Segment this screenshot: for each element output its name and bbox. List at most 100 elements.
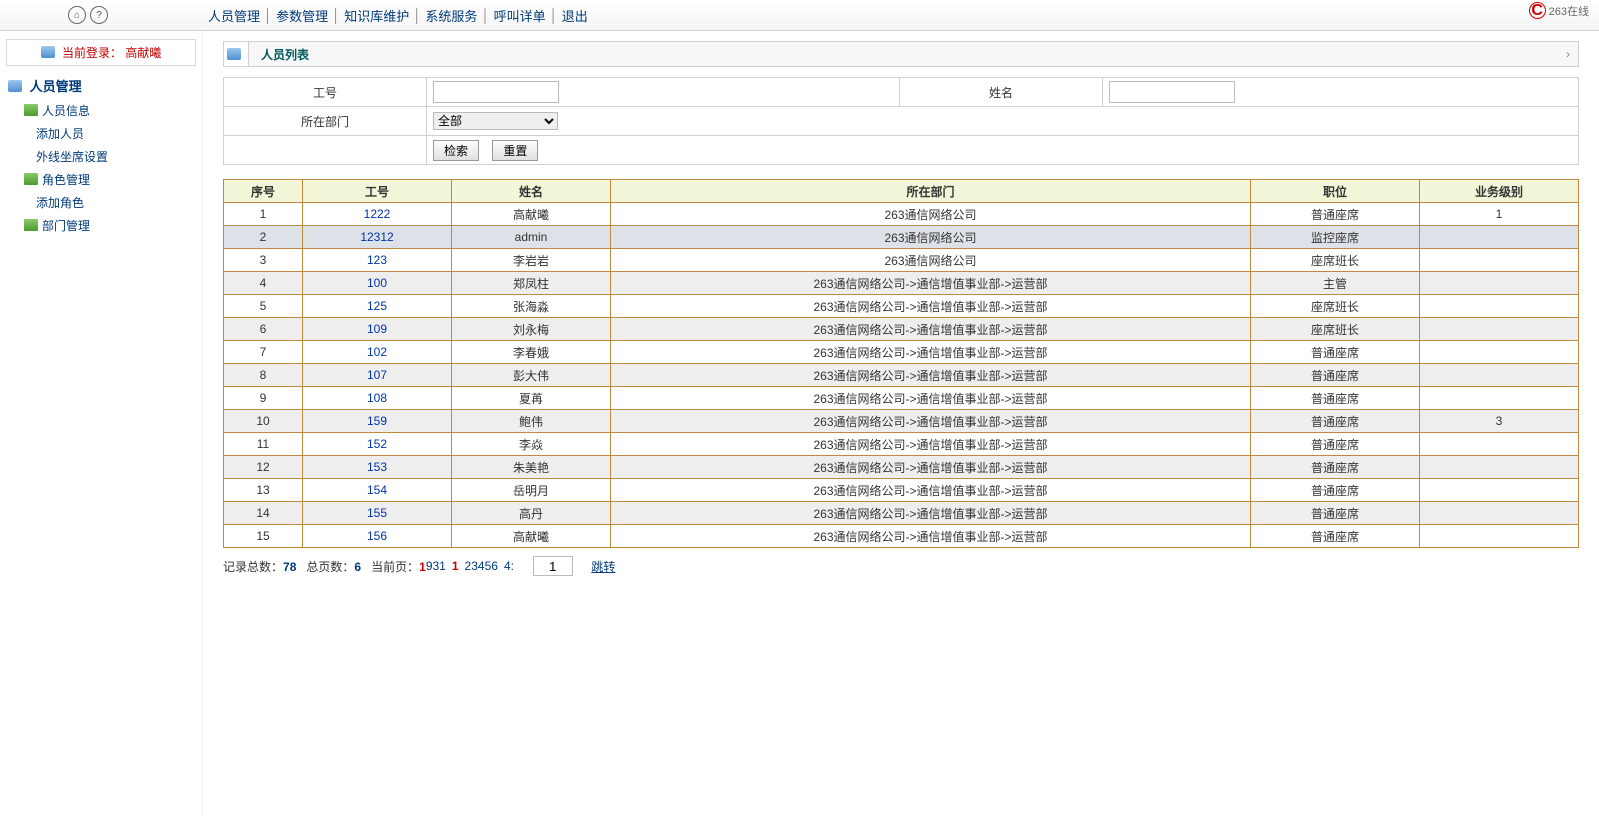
cell-pos: 普通座席 bbox=[1251, 502, 1420, 525]
sidebar-item[interactable]: 部门管理 bbox=[6, 214, 196, 237]
cell-name: 高献曦 bbox=[452, 525, 611, 548]
cell-no[interactable]: 153 bbox=[303, 456, 452, 479]
table-row[interactable]: 11222高献曦263通信网络公司普通座席1 bbox=[224, 203, 1579, 226]
pager-page-link[interactable]: 4 bbox=[478, 559, 485, 573]
sidebar-item[interactable]: 添加角色 bbox=[6, 191, 196, 214]
cell-pos: 普通座席 bbox=[1251, 387, 1420, 410]
menu-call-detail[interactable]: 呼叫详单 bbox=[494, 6, 546, 25]
th-level: 业务级别 bbox=[1420, 180, 1579, 203]
folder-icon bbox=[24, 104, 38, 116]
select-dept[interactable]: 全部 bbox=[433, 112, 558, 130]
pager-nav: 931 1 23456 4: 跳转 bbox=[426, 556, 616, 576]
cell-dept: 263通信网络公司 bbox=[611, 249, 1251, 272]
cell-name: 李焱 bbox=[452, 433, 611, 456]
cell-dept: 263通信网络公司->通信增值事业部->运营部 bbox=[611, 318, 1251, 341]
panel-icon bbox=[224, 42, 249, 66]
chevron-right-icon[interactable]: › bbox=[1558, 47, 1578, 61]
cell-no[interactable]: 12312 bbox=[303, 226, 452, 249]
cell-no[interactable]: 100 bbox=[303, 272, 452, 295]
sidebar-item-label: 角色管理 bbox=[42, 173, 90, 187]
cell-seq: 8 bbox=[224, 364, 303, 387]
table-row[interactable]: 212312admin263通信网络公司监控座席 bbox=[224, 226, 1579, 249]
cell-seq: 13 bbox=[224, 479, 303, 502]
cell-name: admin bbox=[452, 226, 611, 249]
input-empno[interactable] bbox=[433, 81, 559, 103]
help-icon[interactable]: ? bbox=[90, 6, 108, 24]
login-box: 当前登录： 高献曦 bbox=[6, 39, 196, 66]
data-table: 序号 工号 姓名 所在部门 职位 业务级别 11222高献曦263通信网络公司普… bbox=[223, 179, 1579, 548]
cell-seq: 6 bbox=[224, 318, 303, 341]
sidebar-item-label: 外线坐席设置 bbox=[36, 150, 108, 164]
table-row[interactable]: 10159鲍伟263通信网络公司->通信增值事业部->运营部普通座席3 bbox=[224, 410, 1579, 433]
cell-lvl bbox=[1420, 387, 1579, 410]
cell-no[interactable]: 107 bbox=[303, 364, 452, 387]
table-row[interactable]: 3123李岩岩263通信网络公司座席班长 bbox=[224, 249, 1579, 272]
cell-no[interactable]: 125 bbox=[303, 295, 452, 318]
cell-no[interactable]: 159 bbox=[303, 410, 452, 433]
cell-no[interactable]: 109 bbox=[303, 318, 452, 341]
home-icon[interactable]: ⌂ bbox=[68, 6, 86, 24]
input-name[interactable] bbox=[1109, 81, 1235, 103]
cell-name: 朱美艳 bbox=[452, 456, 611, 479]
sidebar-item[interactable]: 人员信息 bbox=[6, 99, 196, 122]
reset-button[interactable]: 重置 bbox=[492, 140, 538, 161]
pager-prev[interactable]: 931 bbox=[426, 559, 446, 573]
cell-dept: 263通信网络公司->通信增值事业部->运营部 bbox=[611, 525, 1251, 548]
sidebar-item[interactable]: 外线坐席设置 bbox=[6, 145, 196, 168]
sidebar-item[interactable]: 添加人员 bbox=[6, 122, 196, 145]
cell-pos: 普通座席 bbox=[1251, 456, 1420, 479]
th-dept: 所在部门 bbox=[611, 180, 1251, 203]
cell-lvl bbox=[1420, 456, 1579, 479]
table-row[interactable]: 11152李焱263通信网络公司->通信增值事业部->运营部普通座席 bbox=[224, 433, 1579, 456]
pager-goto-input[interactable] bbox=[533, 556, 573, 576]
cell-name: 彭大伟 bbox=[452, 364, 611, 387]
filter-form: 工号 姓名 所在部门 全部 检索 重置 bbox=[223, 77, 1579, 165]
table-row[interactable]: 12153朱美艳263通信网络公司->通信增值事业部->运营部普通座席 bbox=[224, 456, 1579, 479]
table-row[interactable]: 8107彭大伟263通信网络公司->通信增值事业部->运营部普通座席 bbox=[224, 364, 1579, 387]
sidebar-item[interactable]: 角色管理 bbox=[6, 168, 196, 191]
cell-no[interactable]: 1222 bbox=[303, 203, 452, 226]
cell-no[interactable]: 154 bbox=[303, 479, 452, 502]
panel-header: 人员列表 › bbox=[223, 41, 1579, 67]
cell-dept: 263通信网络公司->通信增值事业部->运营部 bbox=[611, 479, 1251, 502]
cell-dept: 263通信网络公司->通信增值事业部->运营部 bbox=[611, 502, 1251, 525]
cell-name: 李春娥 bbox=[452, 341, 611, 364]
pager-next[interactable]: 4: bbox=[504, 559, 514, 573]
label-dept: 所在部门 bbox=[224, 107, 427, 136]
pager-page-link[interactable]: 3 bbox=[471, 559, 478, 573]
cell-pos: 监控座席 bbox=[1251, 226, 1420, 249]
table-row[interactable]: 15156高献曦263通信网络公司->通信增值事业部->运营部普通座席 bbox=[224, 525, 1579, 548]
menu-logout[interactable]: 退出 bbox=[562, 6, 588, 25]
cell-no[interactable]: 156 bbox=[303, 525, 452, 548]
panel-title: 人员列表 bbox=[249, 46, 321, 63]
pager-goto-button[interactable]: 跳转 bbox=[591, 558, 615, 575]
pager-page-link[interactable]: 6 bbox=[491, 559, 498, 573]
cell-lvl bbox=[1420, 272, 1579, 295]
menu-personnel[interactable]: 人员管理 bbox=[208, 6, 260, 25]
table-row[interactable]: 14155高丹263通信网络公司->通信增值事业部->运营部普通座席 bbox=[224, 502, 1579, 525]
cell-lvl: 1 bbox=[1420, 203, 1579, 226]
cell-no[interactable]: 155 bbox=[303, 502, 452, 525]
cell-no[interactable]: 108 bbox=[303, 387, 452, 410]
label-empno: 工号 bbox=[224, 78, 427, 107]
cell-seq: 11 bbox=[224, 433, 303, 456]
search-button[interactable]: 检索 bbox=[433, 140, 479, 161]
table-row[interactable]: 7102李春娥263通信网络公司->通信增值事业部->运营部普通座席 bbox=[224, 341, 1579, 364]
cell-no[interactable]: 102 bbox=[303, 341, 452, 364]
cell-no[interactable]: 152 bbox=[303, 433, 452, 456]
menu-system[interactable]: 系统服务 bbox=[425, 6, 477, 25]
table-row[interactable]: 13154岳明月263通信网络公司->通信增值事业部->运营部普通座席 bbox=[224, 479, 1579, 502]
th-empno: 工号 bbox=[303, 180, 452, 203]
th-name: 姓名 bbox=[452, 180, 611, 203]
cell-name: 郑凤柱 bbox=[452, 272, 611, 295]
menu-kb[interactable]: 知识库维护 bbox=[344, 6, 409, 25]
cell-pos: 普通座席 bbox=[1251, 479, 1420, 502]
table-row[interactable]: 9108夏苒263通信网络公司->通信增值事业部->运营部普通座席 bbox=[224, 387, 1579, 410]
table-row[interactable]: 5125张海淼263通信网络公司->通信增值事业部->运营部座席班长 bbox=[224, 295, 1579, 318]
cell-dept: 263通信网络公司->通信增值事业部->运营部 bbox=[611, 456, 1251, 479]
cell-lvl: 3 bbox=[1420, 410, 1579, 433]
table-row[interactable]: 6109刘永梅263通信网络公司->通信增值事业部->运营部座席班长 bbox=[224, 318, 1579, 341]
menu-params[interactable]: 参数管理 bbox=[276, 6, 328, 25]
cell-no[interactable]: 123 bbox=[303, 249, 452, 272]
table-row[interactable]: 4100郑凤柱263通信网络公司->通信增值事业部->运营部主管 bbox=[224, 272, 1579, 295]
